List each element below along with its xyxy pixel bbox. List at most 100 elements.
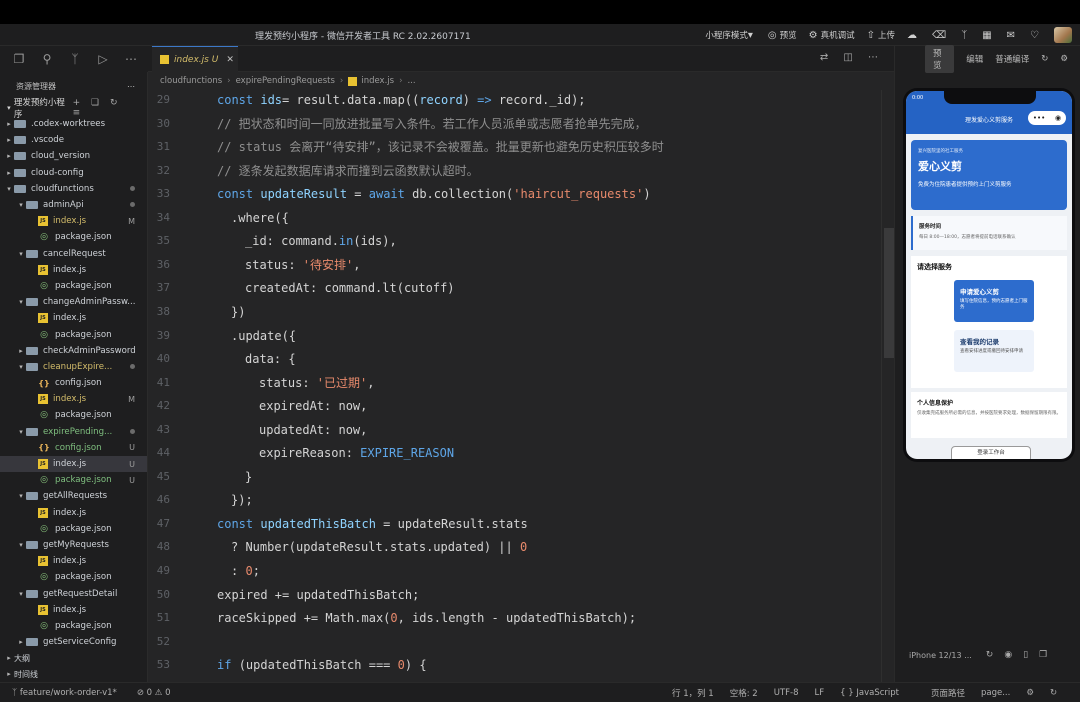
tree-folder[interactable]: ▾ cleanupExpire... <box>0 359 147 375</box>
tree-file[interactable]: JS index.js M <box>0 391 147 407</box>
tree-folder[interactable]: ▾ getAllRequests <box>0 488 147 504</box>
tree-folder[interactable]: ▾ getMyRequests <box>0 537 147 553</box>
bell-icon[interactable]: ♡ <box>1030 30 1042 41</box>
tree-file[interactable]: ◎ package.json <box>0 407 147 423</box>
more-icon[interactable]: ⋯ <box>120 52 142 66</box>
cursor-position[interactable]: 行 1，列 1 <box>672 687 714 699</box>
code-line[interactable]: data: { <box>245 350 296 368</box>
tree-file[interactable]: {} config.json <box>0 375 147 391</box>
run-debug-icon[interactable]: ▷ <box>92 52 114 66</box>
tree-file[interactable]: JS index.js U <box>0 455 147 473</box>
tree-folder[interactable]: ▸ getServiceConfig <box>0 634 147 650</box>
timeline-section[interactable]: ▸ 时间线 <box>0 666 147 682</box>
code-line[interactable]: if (updatedThisBatch === 0) { <box>217 656 427 674</box>
login-workbench-button[interactable]: 登录工作台 <box>951 446 1031 459</box>
code-line[interactable]: } <box>245 468 252 486</box>
tree-folder[interactable]: ▾ changeAdminPassw... <box>0 294 147 310</box>
close-circle-icon[interactable]: ◉ <box>1055 114 1061 122</box>
details-icon[interactable]: ▦ <box>982 30 994 41</box>
tree-file[interactable]: JS index.js <box>0 262 147 278</box>
code-line[interactable]: }); <box>231 491 253 509</box>
more-icon[interactable]: ••• <box>1033 114 1045 122</box>
code-line[interactable]: createdAt: command.lt(cutoff) <box>245 279 455 297</box>
code-line[interactable]: expiredAt: now, <box>259 397 367 415</box>
tree-file[interactable]: JS index.js <box>0 310 147 326</box>
refresh-icon[interactable]: ↻ <box>1050 688 1057 698</box>
explorer-actions[interactable]: + ❏ ↻ ≡ <box>73 98 139 118</box>
sim-edit-tab[interactable]: 编辑 <box>966 53 983 65</box>
tree-folder[interactable]: ▾ cancelRequest <box>0 246 147 262</box>
code-line[interactable]: const updatedThisBatch = updateResult.st… <box>217 515 528 533</box>
page-path-select[interactable]: 页面路径 <box>931 687 965 699</box>
breadcrumb-item[interactable]: expirePendingRequests <box>236 76 335 86</box>
tree-folder[interactable]: ▸ cloud-config <box>0 165 147 181</box>
vertical-scrollbar[interactable] <box>884 228 894 358</box>
tab-index-js[interactable]: index.js U ✕ <box>152 46 238 72</box>
code-line[interactable]: // 把状态和时间一同放进批量写入条件。若工作人员派单或志愿者抢单先完成， <box>217 115 647 133</box>
code-line[interactable]: // status 会离开“待安排”，该记录不会被覆盖。批量更新也避免历史积压较… <box>217 138 664 156</box>
code-line[interactable]: status: '已过期', <box>259 374 374 392</box>
tree-folder[interactable]: ▸ .vscode <box>0 132 147 148</box>
settings-icon[interactable]: ⚙ <box>1060 54 1068 64</box>
window-icon[interactable]: ❐ <box>1039 650 1047 660</box>
tree-file[interactable]: ◎ package.json <box>0 278 147 294</box>
version-control-icon[interactable]: ᛉ <box>961 30 970 41</box>
code-line[interactable]: const ids= result.data.map((record) => r… <box>217 91 586 109</box>
tree-file[interactable]: ◎ package.json <box>0 326 147 342</box>
code-line[interactable]: }) <box>231 303 245 321</box>
mode-select[interactable]: 小程序模式 ▾ <box>705 29 756 42</box>
cloud-icon[interactable]: ☁ <box>907 30 920 41</box>
tree-file[interactable]: JS index.js M <box>0 213 147 229</box>
problems-indicator[interactable]: ⊘ 0 ⚠ 0 <box>137 688 171 698</box>
phone-screen[interactable]: 0:00 理发爱心义剪服务 ••• ◉ 复兴医院里的社工服务 爱心义剪 免费为住院… <box>906 91 1072 459</box>
upload-button[interactable]: ⇧ 上传 <box>867 29 895 42</box>
code-line[interactable]: raceSkipped += Math.max(0, ids.length - … <box>217 609 636 627</box>
device-select[interactable]: iPhone 12/13 ... <box>909 651 972 660</box>
code-line[interactable]: : 0; <box>231 562 260 580</box>
phone-icon[interactable]: ▯ <box>1023 650 1028 660</box>
message-icon[interactable]: ✉ <box>1007 30 1018 41</box>
tree-file[interactable]: JS index.js <box>0 553 147 569</box>
tree-file[interactable]: ◎ package.json U <box>0 472 147 488</box>
avatar[interactable] <box>1054 27 1072 43</box>
tree-folder[interactable]: ▸ checkAdminPassword <box>0 343 147 359</box>
source-control-icon[interactable]: ᛉ <box>64 52 86 66</box>
code-line[interactable]: ? Number(updateResult.stats.updated) || … <box>231 538 527 556</box>
code-line[interactable]: const updateResult = await db.collection… <box>217 185 651 203</box>
code-line[interactable]: .update({ <box>231 327 296 345</box>
code-editor[interactable]: 29 30 31 32 33 34 35 36 37 38 39 40 41 42 43 44 45 46 47 48… <box>148 90 894 682</box>
editor-actions[interactable]: ⇄ ◫ ⋯ <box>820 52 884 63</box>
encoding[interactable]: UTF-8 <box>774 688 799 698</box>
clear-cache-icon[interactable]: ⌫ <box>932 30 949 41</box>
tree-folder[interactable]: ▾ cloudfunctions <box>0 181 147 197</box>
line-ending[interactable]: LF <box>815 688 825 698</box>
tree-folder[interactable]: ▾ adminApi <box>0 197 147 213</box>
code-line[interactable]: // 逐条发起数据库请求而撞到云函数默认超时。 <box>217 162 479 180</box>
tree-file[interactable]: JS index.js <box>0 602 147 618</box>
outline-section[interactable]: ▸ 大纲 <box>0 650 147 666</box>
close-icon[interactable]: ✕ <box>226 55 234 65</box>
code-line[interactable]: expired += updatedThisBatch; <box>217 586 419 604</box>
branch-indicator[interactable]: ᛉ feature/work-order-v1* <box>12 688 127 698</box>
indentation[interactable]: 空格: 2 <box>730 687 758 699</box>
more-icon[interactable]: ⋯ <box>127 82 135 91</box>
code-line[interactable]: updatedAt: now, <box>259 421 367 439</box>
files-icon[interactable]: ❐ <box>8 52 30 66</box>
rotate-icon[interactable]: ↻ <box>986 650 994 660</box>
code-line[interactable]: status: '待安排', <box>245 256 360 274</box>
compile-select[interactable]: 普通编译 <box>995 53 1029 65</box>
settings-icon[interactable]: ⚙ <box>1026 688 1034 698</box>
tree-file[interactable]: ◎ package.json <box>0 521 147 537</box>
language-mode[interactable]: { } JavaScript <box>840 688 915 698</box>
search-icon[interactable]: ⚲ <box>36 52 58 66</box>
code-line[interactable]: .where({ <box>231 209 289 227</box>
code-line[interactable]: expireReason: EXPIRE_REASON <box>259 444 454 462</box>
my-records-button[interactable]: 查看我的记录 查看安排进度或撤回待安排申请 <box>954 330 1034 372</box>
project-root[interactable]: ▾ 理发预约小程序 + ❏ ↻ ≡ <box>0 98 147 120</box>
page-label[interactable]: page... <box>981 688 1010 698</box>
tree-folder[interactable]: ▸ cloud_version <box>0 148 147 164</box>
breadcrumb-item[interactable]: cloudfunctions <box>160 76 222 86</box>
apply-haircut-button[interactable]: 申请爱心义剪 填写住院信息，预约志愿者上门服务 <box>954 280 1034 322</box>
breadcrumb-item[interactable]: ... <box>407 76 415 86</box>
tree-folder[interactable]: ▸ .codex-worktrees <box>0 116 147 132</box>
